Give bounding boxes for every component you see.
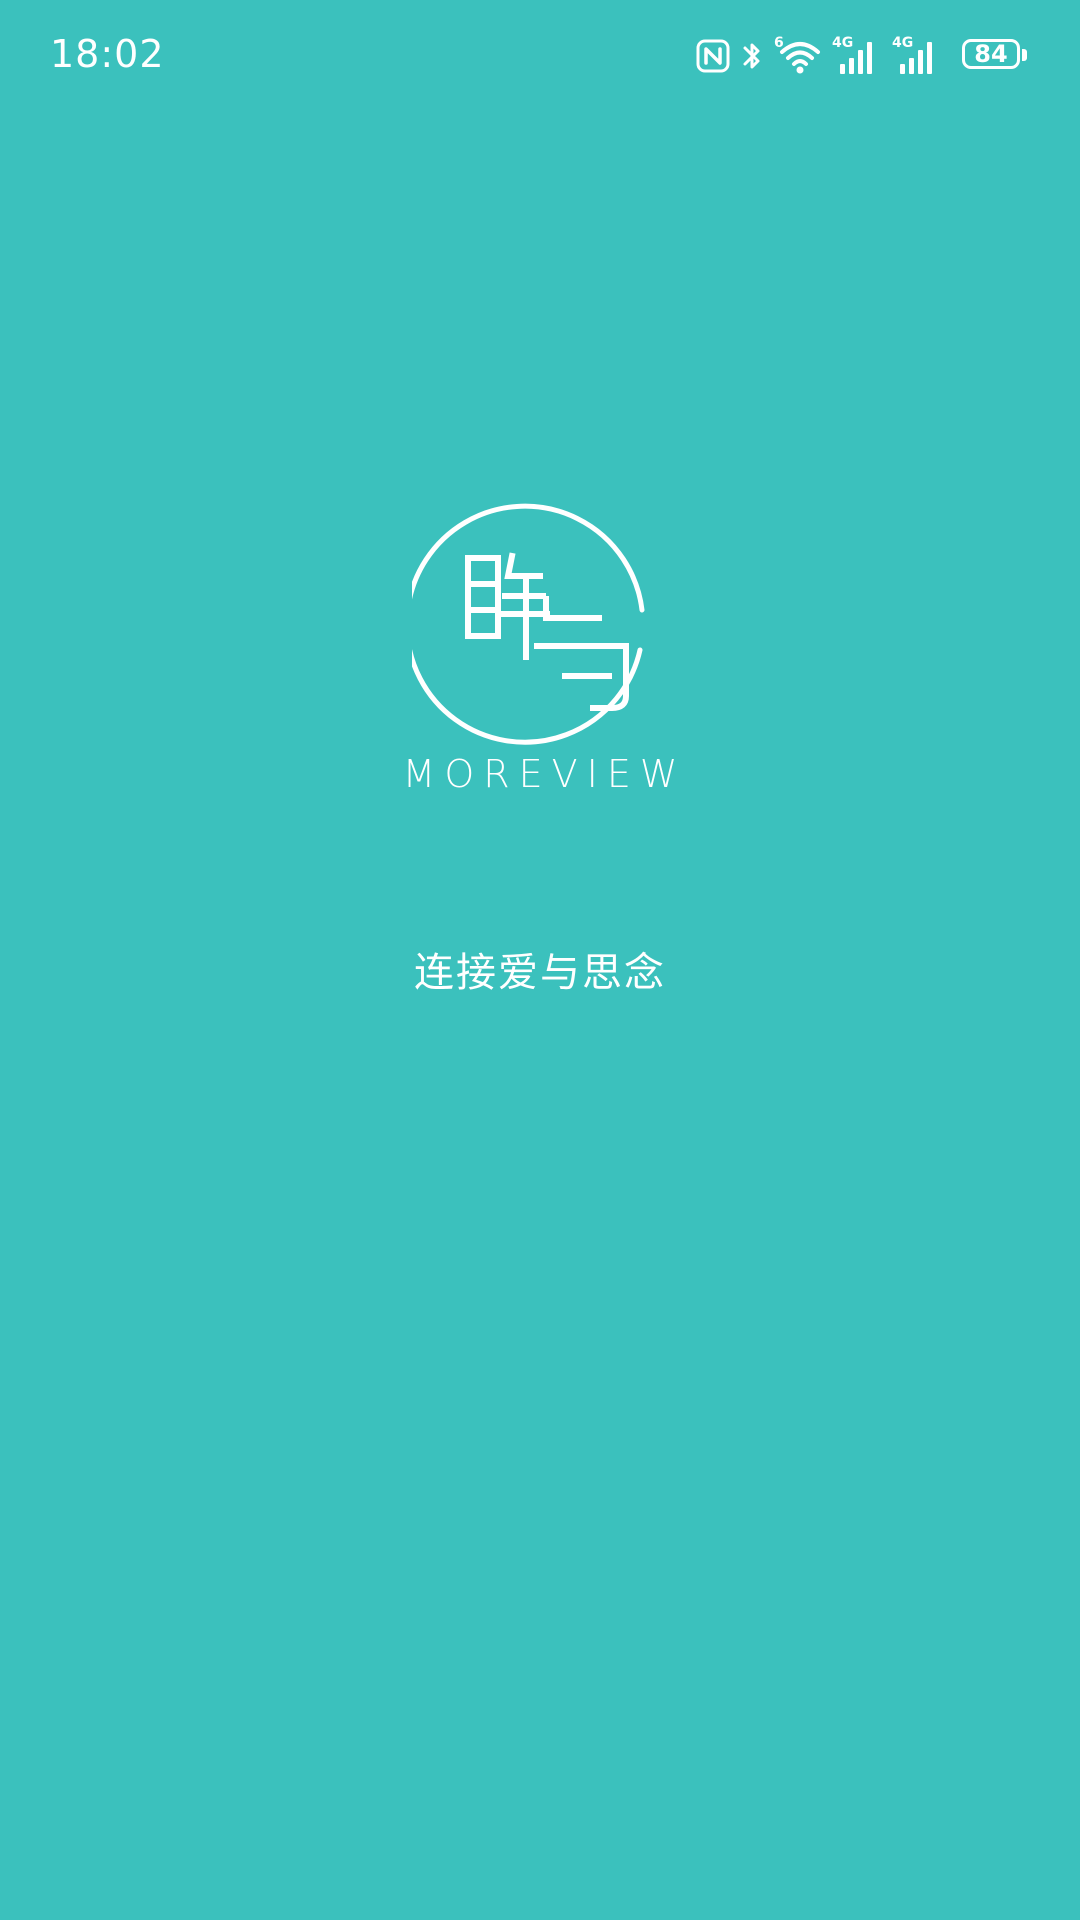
sim2-signal-icon: 4G — [892, 36, 942, 76]
status-icons: 6 4G 4G 84 — [696, 34, 1028, 78]
nfc-icon — [696, 39, 730, 73]
tagline: 连接爱与思念 — [414, 950, 666, 996]
wifi-icon: 6 — [774, 36, 822, 76]
sim1-signal-icon: 4G — [832, 36, 882, 76]
battery-icon: 84 — [962, 39, 1028, 73]
app-logo — [404, 500, 668, 756]
brand-name: MOREVIEW — [402, 752, 687, 796]
bluetooth-icon — [740, 38, 764, 74]
status-bar: 18:02 6 4G 4G 84 — [0, 0, 1080, 112]
status-time: 18:02 — [50, 32, 165, 76]
splash-screen: 18:02 6 4G 4G 84 MOREVIEW 连接爱与思念 — [0, 0, 1080, 1920]
battery-level: 84 — [974, 40, 1008, 68]
